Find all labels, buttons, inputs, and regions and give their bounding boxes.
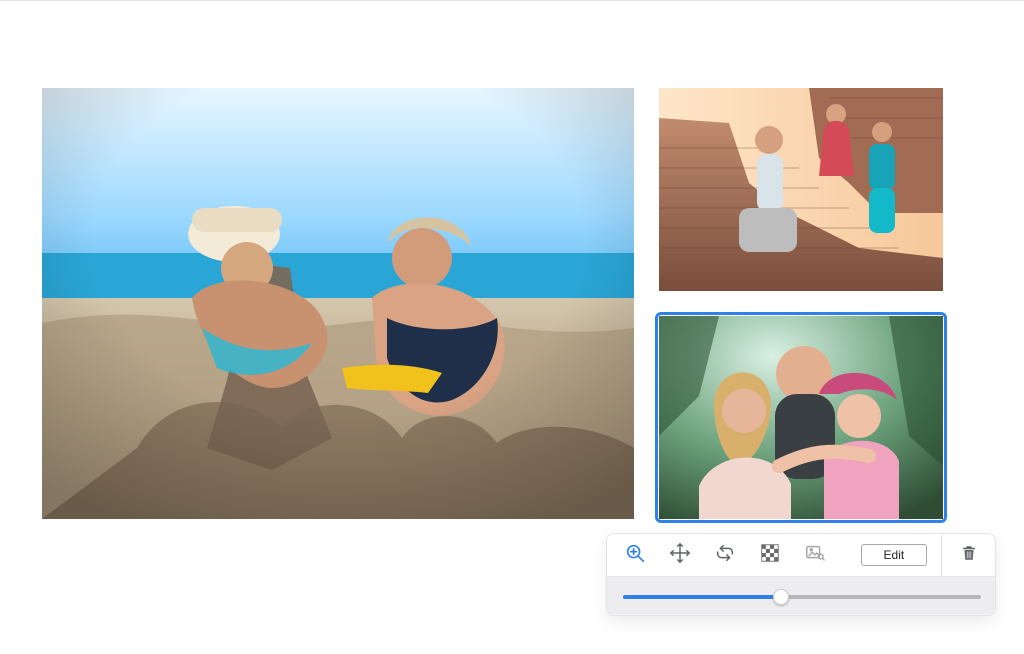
zoom-in-icon [624,542,646,569]
delete-button[interactable] [953,538,985,572]
toolbar-divider [940,534,942,576]
photo-tile-family-portrait[interactable] [659,316,943,519]
move-icon [669,542,691,569]
image-search-icon [804,542,826,569]
toolbar-actions: Edit [607,534,995,577]
replace-image-tool-button[interactable] [796,538,833,572]
zoom-slider-thumb[interactable] [772,589,789,605]
move-tool-button[interactable] [662,538,699,572]
trash-icon [960,544,978,567]
transparency-icon [759,542,781,569]
photo-tile-family-stairs[interactable] [659,88,943,291]
zoom-slider-track[interactable] [623,589,981,605]
beach-photo [42,88,634,519]
zoom-slider-bar [607,577,995,614]
photo-tile-beach[interactable] [42,88,634,519]
photo-layout-canvas: Edit [0,0,1024,654]
photo-toolbar: Edit [606,533,996,616]
edit-button[interactable]: Edit [861,544,927,566]
rotate-tool-button[interactable] [707,538,744,572]
transparency-tool-button[interactable] [752,538,789,572]
zoom-slider-fill [623,595,781,599]
stairs-photo [659,88,943,291]
zoom-tool-button[interactable] [617,538,654,572]
portrait-photo [659,316,943,519]
rotate-icon [714,542,736,569]
